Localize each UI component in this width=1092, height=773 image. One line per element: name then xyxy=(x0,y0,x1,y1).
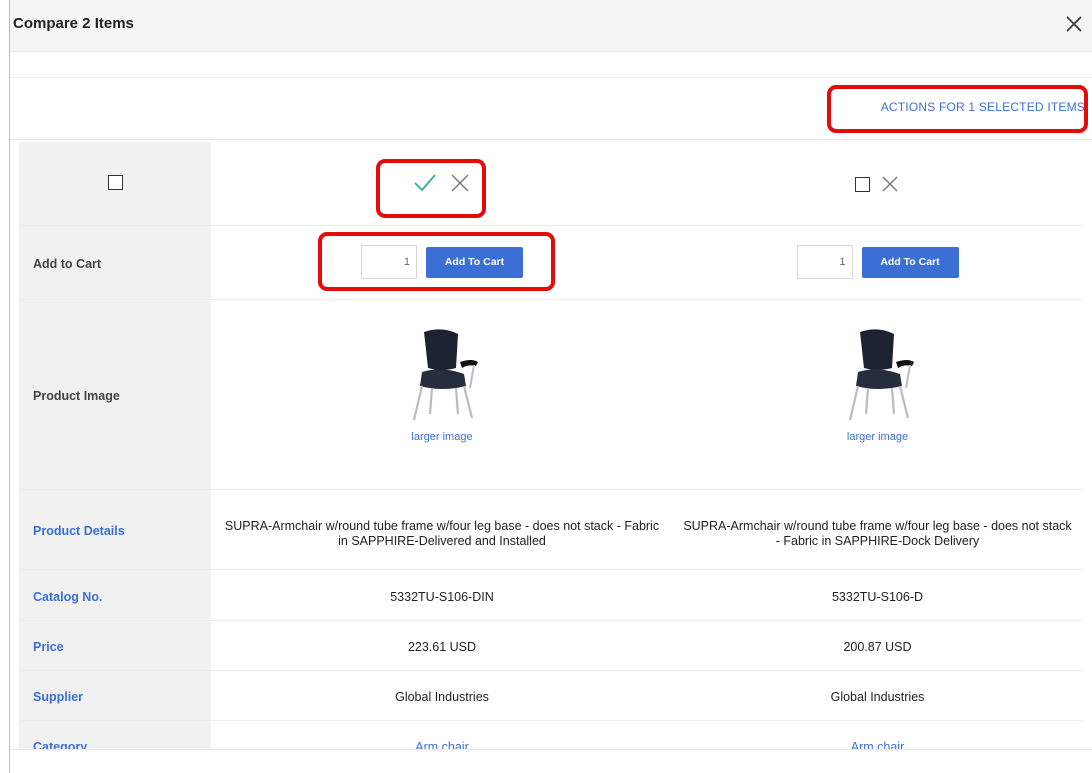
dialog-footer xyxy=(10,749,1092,773)
item-2-select-cell xyxy=(673,174,1082,194)
product-details-row: Product Details SUPRA-Armchair w/round t… xyxy=(19,490,1082,570)
remove-x-icon[interactable] xyxy=(880,174,900,194)
selection-row xyxy=(19,142,1082,226)
supplier-label[interactable]: Supplier xyxy=(33,690,83,704)
highlight-add-to-cart xyxy=(318,232,555,291)
item-2-checkbox[interactable] xyxy=(855,176,871,192)
larger-image-link[interactable]: larger image xyxy=(411,431,472,443)
highlight-actions xyxy=(827,85,1088,133)
category-row: Category Arm chair Arm chair xyxy=(19,721,1082,749)
price-label[interactable]: Price xyxy=(33,640,64,654)
category-label[interactable]: Category xyxy=(33,740,87,749)
spacer-row xyxy=(10,53,1092,78)
close-icon xyxy=(1066,16,1082,32)
catalog-no-label[interactable]: Catalog No. xyxy=(33,590,102,604)
armchair-image[interactable] xyxy=(838,328,918,424)
armchair-image[interactable] xyxy=(402,328,482,424)
item-2-catalog: 5332TU-S106-D xyxy=(831,590,923,604)
item-1-price: 223.61 USD xyxy=(407,640,477,654)
catalog-row: Catalog No. 5332TU-S106-DIN 5332TU-S106-… xyxy=(19,570,1082,621)
item-1-category-link[interactable]: Arm chair xyxy=(415,740,468,749)
item-2-price: 200.87 USD xyxy=(843,640,912,654)
item-1-catalog: 5332TU-S106-DIN xyxy=(390,590,494,604)
select-all-checkbox[interactable] xyxy=(107,175,123,191)
dialog-title: Compare 2 Items xyxy=(13,15,134,32)
product-image-row: Product Image larger image larger image xyxy=(19,300,1082,490)
item-1-details: SUPRA-Armchair w/round tube frame w/four… xyxy=(224,519,660,548)
item-1-supplier: Global Industries xyxy=(395,690,489,704)
item-2-details: SUPRA-Armchair w/round tube frame w/four… xyxy=(683,519,1072,548)
item-2-cart-cell: 1 Add To Cart xyxy=(673,245,1082,279)
item-2-image-cell: larger image xyxy=(673,328,1082,443)
item-1-image-cell: larger image xyxy=(211,328,673,443)
item-2-category-link[interactable]: Arm chair xyxy=(851,740,904,749)
dialog-header: Compare 2 Items xyxy=(10,0,1092,52)
price-row: Price 223.61 USD 200.87 USD xyxy=(19,621,1082,671)
larger-image-link[interactable]: larger image xyxy=(847,431,908,443)
highlight-selection xyxy=(376,159,486,218)
add-to-cart-label: Add to Cart xyxy=(33,257,102,271)
product-details-label[interactable]: Product Details xyxy=(33,524,125,538)
quantity-input[interactable]: 1 xyxy=(796,245,853,279)
item-2-supplier: Global Industries xyxy=(830,690,925,704)
close-button[interactable] xyxy=(1062,12,1086,36)
product-image-label: Product Image xyxy=(33,389,120,403)
select-all-cell xyxy=(19,175,211,191)
add-to-cart-button[interactable]: Add To Cart xyxy=(861,246,959,278)
supplier-row: Supplier Global Industries Global Indust… xyxy=(19,671,1082,721)
compare-dialog: Compare 2 Items ACTIONS FOR 1 SELECTED I… xyxy=(9,0,1092,773)
